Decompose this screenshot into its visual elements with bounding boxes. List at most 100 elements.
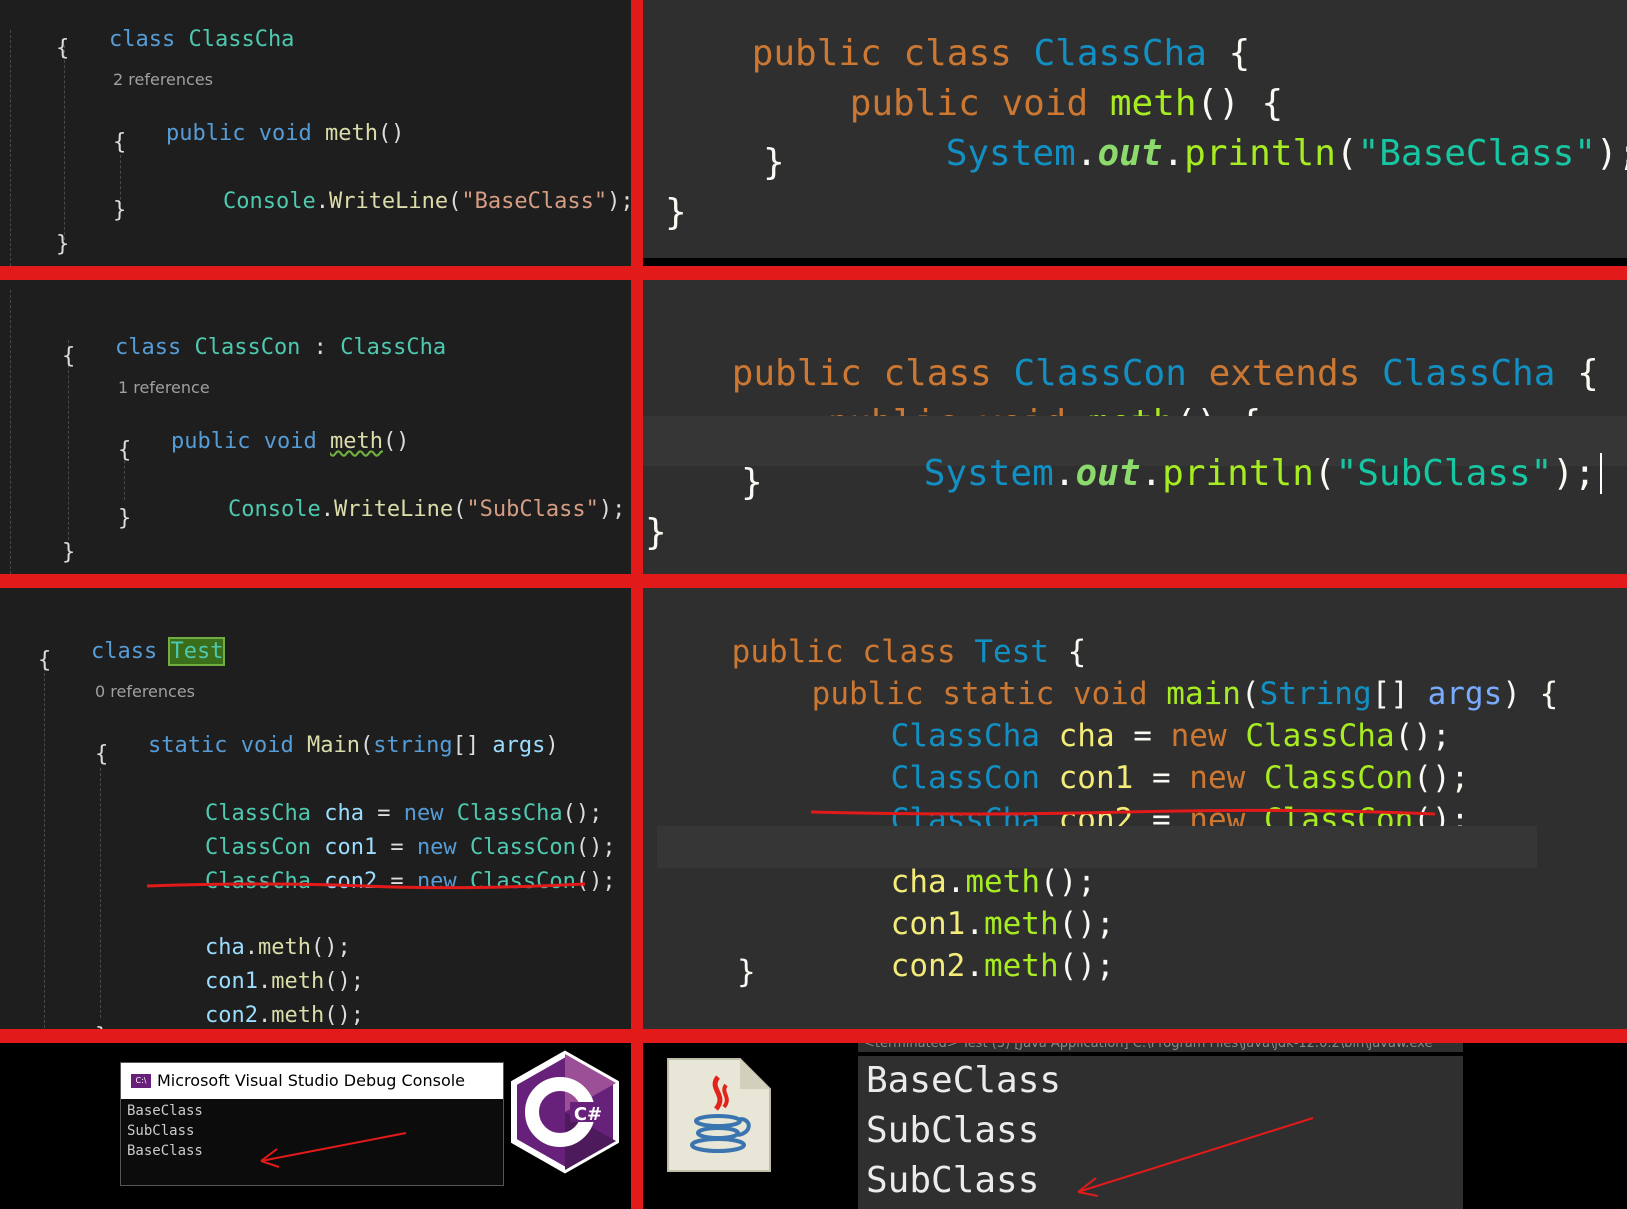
java-classcon-panel: public class ClassCon extends ClassCha {… (643, 280, 1627, 574)
keyword: class (90, 639, 158, 664)
indent-guide (100, 768, 101, 1018)
console-output-line: BaseClass (866, 1060, 1062, 1101)
code-line[interactable]: { (118, 438, 131, 463)
vs-classcon-panel: class ClassCon : ClassCha { 1 reference … (0, 280, 631, 574)
punctuation: ( (1335, 133, 1358, 174)
codelens-references[interactable]: 0 references (95, 682, 195, 701)
vs-classcha-panel: class ClassCha { 2 references public voi… (0, 0, 631, 266)
keyword: void (258, 121, 312, 146)
punctuation: ); (1595, 133, 1627, 174)
type-name: System (923, 453, 1054, 494)
class-name: ClassCha (188, 27, 295, 52)
punctuation: () (382, 429, 410, 454)
code-line[interactable]: System.out.println("SubClass"); (837, 412, 1602, 535)
code-line[interactable]: } (56, 232, 69, 257)
code-line[interactable]: } (763, 142, 785, 183)
indent-guide (44, 668, 45, 1028)
code-line[interactable]: con2.meth(); (816, 912, 1115, 1020)
punctuation: ); (607, 189, 631, 214)
code-line[interactable]: { (95, 742, 108, 767)
text-cursor (1599, 453, 1602, 494)
punctuation: ( (453, 497, 467, 522)
code-line[interactable]: { (56, 36, 69, 61)
console-app-icon: C:\ (131, 1074, 151, 1088)
punctuation: : (300, 335, 341, 360)
punctuation: . (257, 1003, 272, 1028)
code-line[interactable]: class ClassCon : ClassCha (62, 310, 446, 385)
variable: con2 (890, 948, 966, 984)
string-literal: "SubClass" (466, 497, 599, 522)
code-line[interactable]: public void meth() (118, 404, 409, 479)
keyword: class (108, 27, 176, 52)
code-line[interactable]: System.out.println("BaseClass"); (859, 92, 1627, 215)
punctuation: ( (1313, 453, 1336, 494)
red-divider-horizontal (0, 574, 1627, 588)
codelens-references[interactable]: 2 references (113, 70, 213, 89)
code-line[interactable]: } (645, 512, 667, 553)
red-divider-horizontal (0, 266, 1627, 280)
punctuation: { (1577, 353, 1599, 394)
punctuation: . (1140, 453, 1163, 494)
code-line[interactable]: Console.WriteLine("SubClass"); (175, 472, 625, 547)
current-line-highlight (657, 826, 1537, 868)
keyword: string (373, 733, 453, 758)
console-title-bar[interactable]: C:\ Microsoft Visual Studio Debug Consol… (121, 1063, 503, 1099)
red-divider-vertical (631, 0, 643, 1209)
method-name: println (1162, 453, 1314, 494)
red-arrow-annotation (260, 1132, 407, 1168)
punctuation: . (1075, 133, 1098, 174)
punctuation: () (377, 121, 405, 146)
code-line[interactable]: { (38, 648, 51, 673)
method-name: WriteLine (333, 497, 454, 522)
class-name: ClassCon (194, 335, 301, 360)
java-test-panel: public class Test { public static void m… (643, 588, 1627, 1033)
punctuation: . (1053, 453, 1076, 494)
type-name: System (945, 133, 1076, 174)
punctuation: ); (598, 497, 626, 522)
keyword: static (147, 733, 228, 758)
punctuation: . (315, 189, 329, 214)
punctuation: (); (324, 1003, 364, 1028)
punctuation: ) (545, 733, 559, 758)
method-name: meth (324, 121, 378, 146)
code-line[interactable]: } (737, 954, 756, 990)
console-output-line: BaseClass (127, 1103, 203, 1119)
code-line[interactable]: } (741, 462, 763, 503)
code-line[interactable]: { (113, 130, 126, 155)
red-arrow-annotation (1077, 1117, 1314, 1197)
class-name-highlighted: Test (168, 637, 226, 666)
method-name: println (1184, 133, 1336, 174)
static-field: out (1097, 133, 1163, 174)
code-line[interactable]: con2.meth(); (152, 978, 364, 1033)
keyword: void (263, 429, 317, 454)
string-literal: "SubClass" (1335, 453, 1553, 494)
method-name: WriteLine (328, 189, 449, 214)
punctuation: [] (452, 733, 493, 758)
code-line[interactable]: class Test (38, 614, 226, 689)
code-line[interactable]: class ClassCha (56, 2, 294, 77)
indent-guide (10, 290, 11, 574)
indent-guide (10, 30, 11, 266)
csharp-logo-text: C# (574, 1104, 602, 1125)
punctuation: ); (1552, 453, 1596, 494)
type-name: Console (222, 189, 316, 214)
java-classcha-panel: public class ClassCha { public void meth… (643, 0, 1627, 258)
code-line[interactable]: } (62, 540, 75, 565)
base-class-name: ClassCha (1381, 353, 1556, 394)
punctuation: . (320, 497, 334, 522)
code-line[interactable]: { (62, 344, 75, 369)
punctuation: (); (1058, 948, 1115, 984)
base-class-name: ClassCha (340, 335, 447, 360)
codelens-references[interactable]: 1 reference (118, 378, 210, 397)
keyword: public (165, 121, 246, 146)
console-title: Microsoft Visual Studio Debug Console (157, 1071, 466, 1090)
punctuation: . (1162, 133, 1185, 174)
code-line[interactable]: } (113, 198, 126, 223)
java-console-window[interactable]: <terminated> Test (3) [Java Application]… (858, 1036, 1463, 1209)
code-line[interactable]: static void Main(string[] args) (95, 708, 559, 783)
code-line[interactable]: } (665, 192, 687, 233)
code-line[interactable]: public void meth() (113, 96, 404, 171)
vs-debug-console-window[interactable]: C:\ Microsoft Visual Studio Debug Consol… (120, 1062, 504, 1186)
code-line[interactable]: } (118, 506, 131, 531)
code-line[interactable]: Console.WriteLine("BaseClass"); (170, 164, 631, 239)
